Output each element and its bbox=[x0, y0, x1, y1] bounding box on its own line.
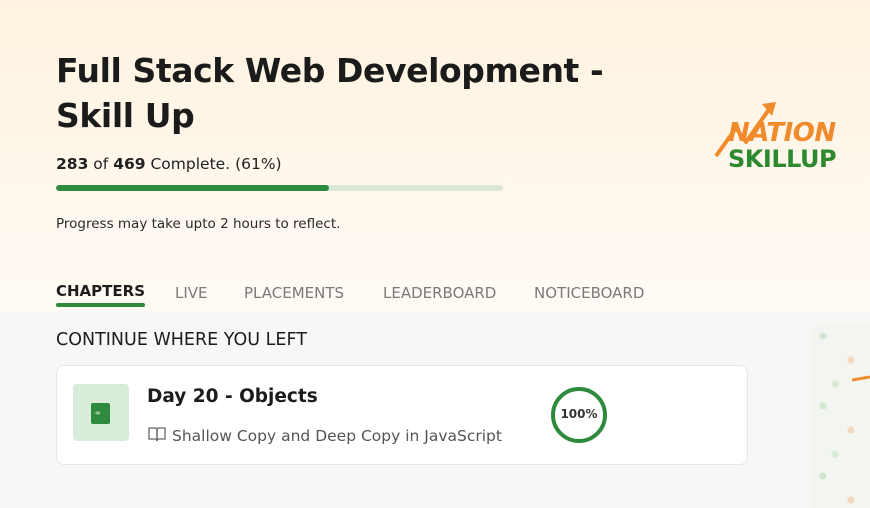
chapter-progress-ring: 100% bbox=[550, 386, 608, 444]
orange-arrow-fragment bbox=[851, 375, 870, 382]
completed-count: 283 bbox=[56, 155, 89, 173]
nation-skillup-logo: NATION SKILLUP bbox=[712, 98, 854, 178]
tab-noticeboard[interactable]: NOTICEBOARD bbox=[534, 284, 644, 302]
chapter-progress-label: 100% bbox=[560, 407, 598, 421]
decorative-panel bbox=[811, 322, 870, 508]
progress-note: Progress may take upto 2 hours to reflec… bbox=[56, 216, 341, 232]
course-title: Full Stack Web Development - Skill Up bbox=[56, 51, 604, 135]
chapter-thumbnail: ∞ bbox=[73, 384, 129, 441]
complete-label: Complete. bbox=[150, 155, 231, 173]
tab-live[interactable]: LIVE bbox=[175, 284, 208, 302]
percent-label: (61%) bbox=[235, 155, 282, 173]
logo-line-skillup: SKILLUP bbox=[728, 145, 837, 173]
course-progress-fill bbox=[56, 185, 329, 191]
tab-chapters[interactable]: CHAPTERS bbox=[56, 282, 145, 307]
total-count: 469 bbox=[113, 155, 146, 173]
chapter-title: Day 20 - Objects bbox=[147, 386, 318, 407]
tab-leaderboard[interactable]: LEADERBOARD bbox=[383, 284, 496, 302]
continue-section-title: CONTINUE WHERE YOU LEFT bbox=[56, 330, 307, 350]
course-progress-bar bbox=[56, 185, 503, 191]
logo-line-nation: NATION bbox=[728, 118, 836, 148]
progress-summary: 283 of 469 Complete. (61%) bbox=[56, 155, 282, 173]
lesson-title: Shallow Copy and Deep Copy in JavaScript bbox=[172, 427, 502, 445]
open-book-icon bbox=[148, 427, 166, 442]
of-word: of bbox=[93, 155, 109, 173]
tab-placements[interactable]: PLACEMENTS bbox=[244, 284, 344, 302]
course-header: Full Stack Web Development - Skill Up 28… bbox=[0, 0, 870, 311]
book-icon: ∞ bbox=[91, 403, 110, 424]
continue-card[interactable]: ∞ Day 20 - Objects Shallow Copy and Deep… bbox=[56, 365, 748, 465]
